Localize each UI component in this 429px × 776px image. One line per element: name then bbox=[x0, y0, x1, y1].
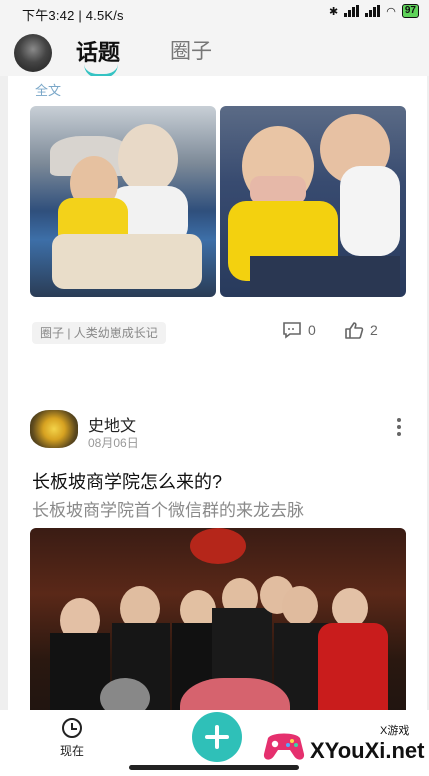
gamepad-logo bbox=[263, 733, 305, 760]
more-options-icon[interactable] bbox=[397, 418, 401, 436]
top-header: 话题 圈子 bbox=[0, 24, 429, 78]
read-more-link[interactable]: 全文 bbox=[35, 80, 61, 99]
home-indicator[interactable] bbox=[129, 765, 299, 770]
watermark-small-text: X游戏 bbox=[380, 725, 410, 737]
nav-now-label: 现在 bbox=[59, 744, 84, 758]
status-time-speed: 下午3:42 | 4.5K/s bbox=[22, 8, 124, 23]
like-button[interactable]: 2 bbox=[344, 321, 378, 339]
create-post-button[interactable] bbox=[192, 712, 242, 762]
author-name[interactable]: 史地文 bbox=[88, 412, 136, 436]
post-image[interactable] bbox=[220, 106, 406, 297]
circle-tag[interactable]: 圈子 | 人类幼崽成长记 bbox=[32, 322, 166, 344]
watermark: X游戏 XYouXi.net bbox=[262, 720, 425, 770]
post-card[interactable]: 史地文 08月06日 长板坡商学院怎么来的? 长板坡商学院首个微信群的来龙去脉 bbox=[8, 384, 427, 710]
status-bar: 下午3:42 | 4.5K/s ✱ ◠ 97 bbox=[0, 0, 429, 24]
thumbs-up-icon bbox=[345, 322, 364, 339]
battery-icon: 97 bbox=[401, 4, 419, 18]
comment-icon bbox=[283, 322, 301, 339]
post-title[interactable]: 长板坡商学院怎么来的? bbox=[32, 468, 222, 494]
feed-list[interactable]: 全文 圈子 | 人类幼崽成长记 0 2 史地文 08月06日 长板坡商学院怎么来… bbox=[0, 76, 429, 710]
author-avatar[interactable] bbox=[30, 410, 78, 448]
like-count: 2 bbox=[370, 322, 378, 338]
tab-circles[interactable]: 圈子 bbox=[170, 35, 212, 65]
post-image[interactable] bbox=[30, 528, 406, 710]
watermark-text: XYouXi.net bbox=[310, 738, 425, 763]
signal-hd-icon bbox=[365, 5, 381, 17]
nav-now[interactable]: 现在 bbox=[54, 718, 90, 759]
post-date: 08月06日 bbox=[88, 436, 139, 450]
clock-icon bbox=[62, 718, 82, 738]
signal-icon bbox=[344, 5, 360, 17]
tab-topics[interactable]: 话题 bbox=[76, 35, 120, 67]
comment-count: 0 bbox=[308, 322, 316, 338]
post-image[interactable] bbox=[30, 106, 216, 297]
post-subtitle[interactable]: 长板坡商学院首个微信群的来龙去脉 bbox=[32, 496, 304, 521]
status-icons: ✱ ◠ 97 bbox=[329, 4, 419, 18]
wifi-icon: ◠ bbox=[386, 5, 396, 18]
user-avatar[interactable] bbox=[14, 34, 52, 72]
bluetooth-icon: ✱ bbox=[329, 5, 339, 18]
comment-button[interactable]: 0 bbox=[282, 321, 316, 339]
